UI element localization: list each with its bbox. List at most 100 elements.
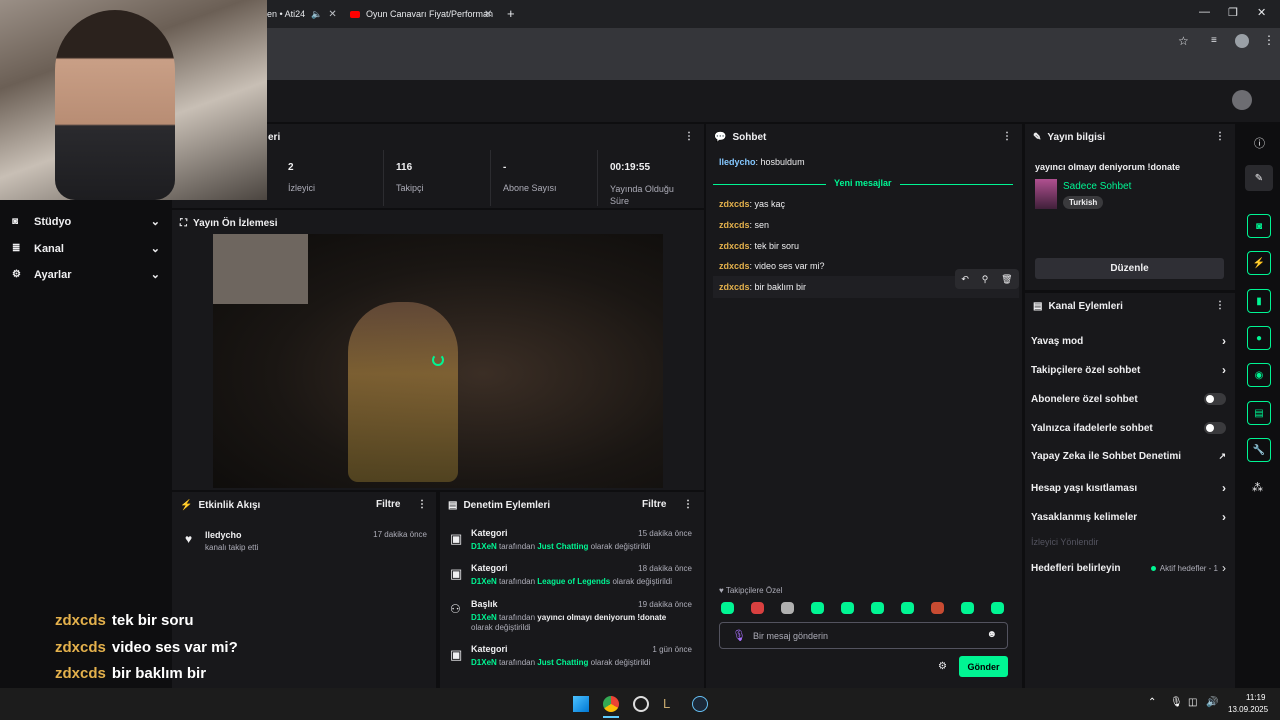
chat-username[interactable]: zdxcds (719, 241, 750, 251)
send-button[interactable]: Gönder (959, 656, 1008, 677)
sidebar-item-channel[interactable]: ≣ Kanal ⌄ (12, 242, 160, 256)
clock-date[interactable]: 13.09.2025 (1228, 705, 1268, 714)
pin-icon[interactable]: ⚲ (982, 274, 989, 285)
minimize-button[interactable]: — (1199, 6, 1210, 18)
panel-title: Yayın bilgisi (1047, 131, 1106, 143)
account-age-row[interactable]: Hesap yaşı kısıtlaması › (1031, 481, 1226, 495)
sidebar-item-label: Stüdyo (34, 215, 72, 228)
maximize-button[interactable]: ❐ (1228, 6, 1238, 19)
edit-stream-info-button[interactable]: Düzenle (1035, 258, 1224, 279)
automod-row[interactable]: Yapay Zeka ile Sohbet Denetimi ↗ (1031, 451, 1226, 462)
delete-icon[interactable]: 🗑 (1001, 274, 1012, 285)
chat-message[interactable]: zdxcds: yas kaç (719, 199, 785, 209)
moderation-item[interactable]: ▣ Kategori D1XeN tarafından Just Chattin… (450, 528, 696, 558)
moderation-item[interactable]: ▣ Kategori D1XeN tarafından League of Le… (450, 563, 696, 593)
close-window-button[interactable]: ✕ (1257, 6, 1266, 19)
mic-tray-icon[interactable]: 🎙 (1170, 697, 1183, 708)
more-options-icon[interactable]: ⋮ (684, 131, 694, 142)
browser-tab[interactable]: Oyun Canavarı Fiyat/Performan (350, 4, 495, 24)
layout-icon[interactable]: ▤ (1247, 401, 1271, 425)
goals-row[interactable]: Hedefleri belirleyin Aktif hedefler - 1 › (1031, 561, 1226, 575)
stream-preview-video[interactable] (213, 234, 663, 488)
sidebar-item-settings[interactable]: ⚙ Ayarlar ⌄ (12, 268, 160, 282)
tray-chevron-icon[interactable]: ⌃ (1148, 697, 1156, 708)
emote-icon[interactable] (781, 602, 794, 614)
tab-title: en • Ati24 (267, 9, 306, 19)
chat-username[interactable]: zdxcds (719, 220, 750, 230)
browser-tab[interactable]: en • Ati24 🔈 ✕ (267, 4, 337, 24)
more-options-icon[interactable]: ⋮ (683, 499, 693, 510)
emoji-icon[interactable]: ☻ (986, 629, 997, 640)
new-tab-button[interactable]: + (507, 6, 515, 21)
emote-icon[interactable] (931, 602, 944, 614)
chrome-icon[interactable] (603, 696, 619, 712)
undo-icon[interactable]: ↶ (961, 274, 969, 285)
channel-icon: ≣ (12, 243, 21, 254)
slow-mode-row[interactable]: Yavaş mod › (1031, 334, 1226, 348)
chat-message[interactable]: zdxcds: video ses var mi? (719, 261, 825, 271)
info-icon[interactable]: ⓘ (1254, 135, 1265, 151)
subscribers-only-toggle[interactable] (1204, 393, 1226, 405)
start-icon[interactable] (573, 696, 589, 712)
lightning-icon[interactable]: ⚡ (1247, 251, 1271, 275)
moderation-item[interactable]: ⚇ Başlık D1XeN tarafından yayıncı olmayı… (450, 599, 696, 635)
followers-only-row[interactable]: Takipçilere özel sohbet › (1031, 363, 1226, 377)
profile-avatar[interactable] (1235, 34, 1249, 48)
microphone-icon[interactable]: 🎙 (732, 629, 746, 642)
emote-icon[interactable] (961, 602, 974, 614)
chat-input[interactable]: 🎙 Bir mesaj gönderin ☻ (719, 622, 1008, 649)
emote-only-toggle[interactable] (1204, 422, 1226, 434)
volume-icon[interactable]: 🔊 (1206, 697, 1218, 708)
more-options-icon[interactable]: ⋮ (1215, 300, 1225, 311)
network-icon[interactable]: ◫ (1188, 697, 1197, 708)
ad-icon[interactable]: ▮ (1247, 289, 1271, 313)
chat-username[interactable]: zdxcds (719, 199, 750, 209)
more-options-icon[interactable]: ⋮ (1002, 131, 1012, 142)
emote-icon[interactable] (841, 602, 854, 614)
emote-icon[interactable] (871, 602, 884, 614)
chat-message[interactable]: lledycho: hosbuldum (719, 157, 805, 167)
wrench-icon[interactable]: 🔧 (1247, 438, 1271, 462)
sidebar-item-studio[interactable]: ◙ Stüdyo ⌄ (12, 215, 160, 229)
emote-icon[interactable] (811, 602, 824, 614)
obs-icon[interactable] (633, 696, 649, 712)
close-tab-icon[interactable]: ✕ (484, 9, 492, 20)
chat-username[interactable]: zdxcds (719, 282, 750, 292)
more-options-icon[interactable]: ⋮ (417, 499, 427, 510)
bookmark-star-icon[interactable]: ☆ (1178, 34, 1189, 48)
emote-icon[interactable] (991, 602, 1004, 614)
follower-label: Takipçi (396, 183, 424, 193)
user-avatar[interactable] (1232, 90, 1252, 110)
emote-icon[interactable] (901, 602, 914, 614)
new-messages-label: Yeni mesajlar (826, 178, 900, 188)
chat-username[interactable]: lledycho (719, 157, 756, 167)
moderation-filter-button[interactable]: Filtre (642, 499, 666, 510)
raid-row-disabled: İzleyici Yönlendir (1031, 537, 1226, 547)
banned-words-row[interactable]: Yasaklanmış kelimeler › (1031, 510, 1226, 524)
stream-tag[interactable]: Turkish (1063, 196, 1104, 209)
row-label: Abonelere özel sohbet (1031, 393, 1138, 405)
clip-icon[interactable]: ◙ (1247, 214, 1271, 238)
steam-icon[interactable] (692, 696, 708, 712)
emote-icon[interactable] (721, 602, 734, 614)
media-control-icon[interactable]: ≡ (1211, 35, 1217, 46)
chat-message[interactable]: zdxcds: tek bir soru (719, 241, 799, 251)
chat-username[interactable]: zdxcds (719, 261, 750, 271)
extensions-icon[interactable]: ⁂ (1252, 481, 1263, 494)
close-tab-icon[interactable]: ✕ (328, 9, 336, 20)
edit-icon[interactable]: ✎ (1245, 165, 1273, 191)
chat-message[interactable]: zdxcds: sen (719, 220, 769, 230)
broadcast-icon[interactable]: ◉ (1247, 363, 1271, 387)
more-options-icon[interactable]: ⋮ (1215, 131, 1225, 142)
chat-bubble-icon[interactable]: ● (1247, 326, 1271, 350)
league-icon[interactable]: L (663, 696, 670, 711)
chat-settings-gear-icon[interactable]: ⚙ (938, 661, 947, 672)
stream-category[interactable]: Sadece Sohbet (1063, 181, 1131, 192)
moderation-item[interactable]: ▣ Kategori D1XeN tarafından Just Chattin… (450, 644, 696, 674)
browser-menu-icon[interactable]: ⋮ (1263, 33, 1275, 47)
activity-filter-button[interactable]: Filtre (376, 499, 400, 510)
activity-item[interactable]: ♥ lledycho kanalı takip etti 17 dakika ö… (183, 530, 429, 556)
emote-icon[interactable] (751, 602, 764, 614)
chat-message[interactable]: zdxcds: bir baklım bir (719, 282, 806, 292)
clock-time[interactable]: 11:19 (1246, 693, 1265, 702)
